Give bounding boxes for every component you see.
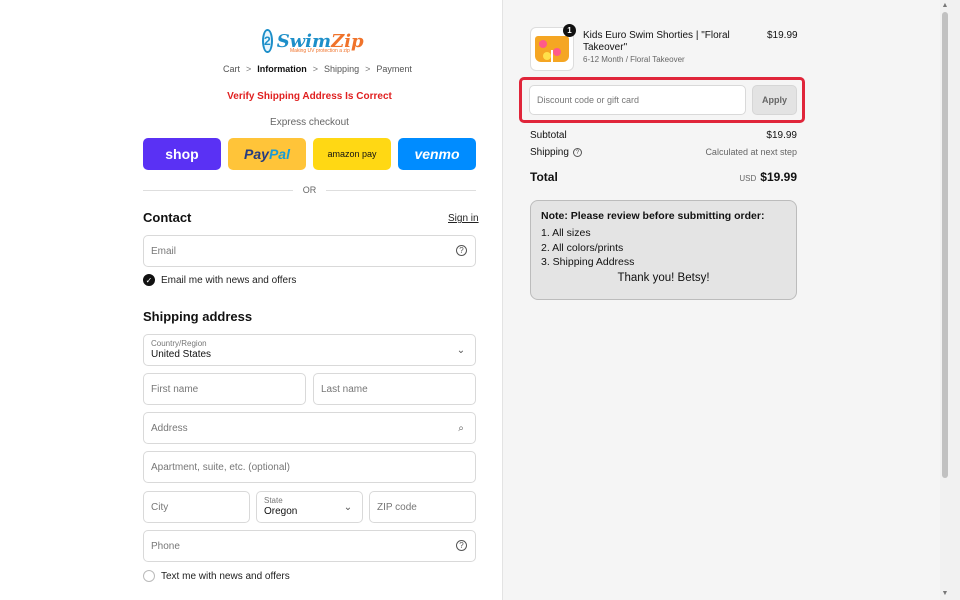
apartment-field[interactable]: Apartment, suite, etc. (optional): [143, 451, 476, 483]
sign-in-link[interactable]: Sign in: [448, 213, 479, 224]
chevron-right-icon: >: [246, 64, 252, 74]
venmo-button[interactable]: venmo: [398, 138, 476, 170]
scroll-up-arrow-icon[interactable]: ▲: [941, 2, 949, 10]
chevron-right-icon: >: [312, 64, 319, 74]
logo-badge-icon: 2: [262, 29, 273, 53]
city-placeholder: City: [151, 501, 169, 513]
email-news-label: Email me with news and offers: [161, 274, 297, 286]
divider-line: [326, 189, 476, 191]
verify-address-alert: Verify Shipping Address Is Correct: [227, 91, 392, 102]
swim-shorts-image: [535, 36, 569, 62]
chevron-right-icon: >: [365, 64, 371, 74]
state-value: Oregon: [264, 506, 298, 517]
country-value: United States: [151, 349, 212, 360]
or-text: OR: [302, 185, 317, 195]
total-amount: USD $19.99: [739, 170, 797, 184]
discount-placeholder: Discount code or gift card: [537, 95, 640, 105]
product-variant: 6-12 Month / Floral Takeover: [583, 55, 685, 64]
last-name-placeholder: Last name: [321, 383, 368, 395]
express-checkout-title: Express checkout: [270, 117, 349, 128]
currency-code: USD: [739, 174, 757, 183]
order-note-box: Note: Please review before submitting or…: [530, 200, 797, 300]
shipping-label-group: Shipping ?: [530, 147, 582, 158]
email-placeholder: Email: [151, 245, 177, 257]
help-icon[interactable]: ?: [456, 540, 467, 551]
amazon-pay-button[interactable]: amazon pay: [313, 138, 391, 170]
express-payment-buttons: shop Pay Pal amazon pay venmo: [143, 138, 476, 170]
shop-pay-button[interactable]: shop: [143, 138, 221, 170]
text-news-checkbox-row[interactable]: Text me with news and offers: [143, 570, 290, 582]
email-field[interactable]: Email ?: [143, 235, 476, 267]
subtotal-value: $19.99: [766, 130, 797, 141]
help-icon[interactable]: ?: [456, 245, 467, 256]
divider-line: [143, 189, 293, 191]
shipping-label: Shipping: [530, 147, 569, 158]
phone-placeholder: Phone: [151, 540, 180, 552]
contact-heading: Contact: [143, 210, 192, 225]
paypal-button[interactable]: Pay Pal: [228, 138, 306, 170]
note-thanks: Thank you! Betsy!: [617, 271, 710, 284]
breadcrumb-information: Information: [257, 64, 307, 74]
breadcrumb-shipping: Shipping: [324, 64, 360, 74]
first-name-field[interactable]: First name: [143, 373, 306, 405]
total-row: Total USD $19.99: [530, 170, 797, 184]
zip-code-field[interactable]: ZIP code: [369, 491, 476, 523]
last-name-field[interactable]: Last name: [313, 373, 476, 405]
store-logo[interactable]: 2 SwimZip Making UV protection a zip: [262, 26, 364, 56]
zip-placeholder: ZIP code: [377, 501, 417, 513]
search-icon: ⌕: [458, 422, 464, 434]
text-news-label: Text me with news and offers: [161, 570, 290, 582]
product-price: $19.99: [767, 30, 798, 41]
product-name: Kids Euro Swim Shorties | "Floral Takeov…: [583, 30, 730, 53]
scrollbar-thumb[interactable]: [942, 12, 948, 478]
text-news-checkbox[interactable]: [143, 570, 155, 582]
quantity-badge: 1: [563, 24, 576, 37]
checkout-main-panel: 2 SwimZip Making UV protection a zip Car…: [0, 0, 502, 600]
breadcrumb: Cart > Information > Shipping > Payment: [223, 64, 412, 74]
note-line: 2. All colors/prints: [541, 241, 624, 254]
city-field[interactable]: City: [143, 491, 250, 523]
or-divider: OR: [143, 184, 476, 196]
apply-discount-button[interactable]: Apply: [752, 85, 797, 115]
chevron-down-icon: ⌄: [343, 501, 353, 513]
breadcrumb-cart[interactable]: Cart: [223, 64, 240, 74]
total-label: Total: [530, 170, 558, 184]
shipping-row: Shipping ? Calculated at next step: [530, 147, 797, 158]
shipping-address-heading: Shipping address: [143, 309, 253, 324]
subtotal-row: Subtotal $19.99: [530, 130, 797, 141]
state-label: State: [264, 496, 283, 505]
scroll-down-arrow-icon[interactable]: ▼: [941, 590, 949, 598]
chevron-down-icon: ⌄: [456, 344, 466, 356]
note-title: Note: Please review before submitting or…: [541, 210, 765, 222]
note-line: 1. All sizes: [541, 227, 591, 239]
first-name-placeholder: First name: [151, 383, 199, 395]
email-news-checkbox-row[interactable]: ✓ Email me with news and offers: [143, 274, 296, 286]
help-icon[interactable]: ?: [572, 148, 582, 157]
note-line: 3. Shipping Address: [541, 256, 635, 268]
breadcrumb-payment: Payment: [376, 64, 412, 74]
email-news-checkbox[interactable]: ✓: [143, 274, 155, 286]
total-value: $19.99: [760, 170, 797, 184]
shipping-value: Calculated at next step: [705, 147, 797, 157]
phone-field[interactable]: Phone ?: [143, 530, 476, 562]
subtotal-label: Subtotal: [530, 130, 567, 141]
state-select[interactable]: State Oregon ⌄: [256, 491, 363, 523]
country-label: Country/Region: [151, 339, 207, 348]
address-placeholder: Address: [151, 422, 188, 434]
country-select[interactable]: Country/Region United States ⌄: [143, 334, 476, 366]
apartment-placeholder: Apartment, suite, etc. (optional): [151, 461, 290, 473]
discount-code-input[interactable]: Discount code or gift card: [529, 85, 746, 115]
logo-tagline: Making UV protection a zip: [290, 48, 350, 54]
address-field[interactable]: Address ⌕: [143, 412, 476, 444]
